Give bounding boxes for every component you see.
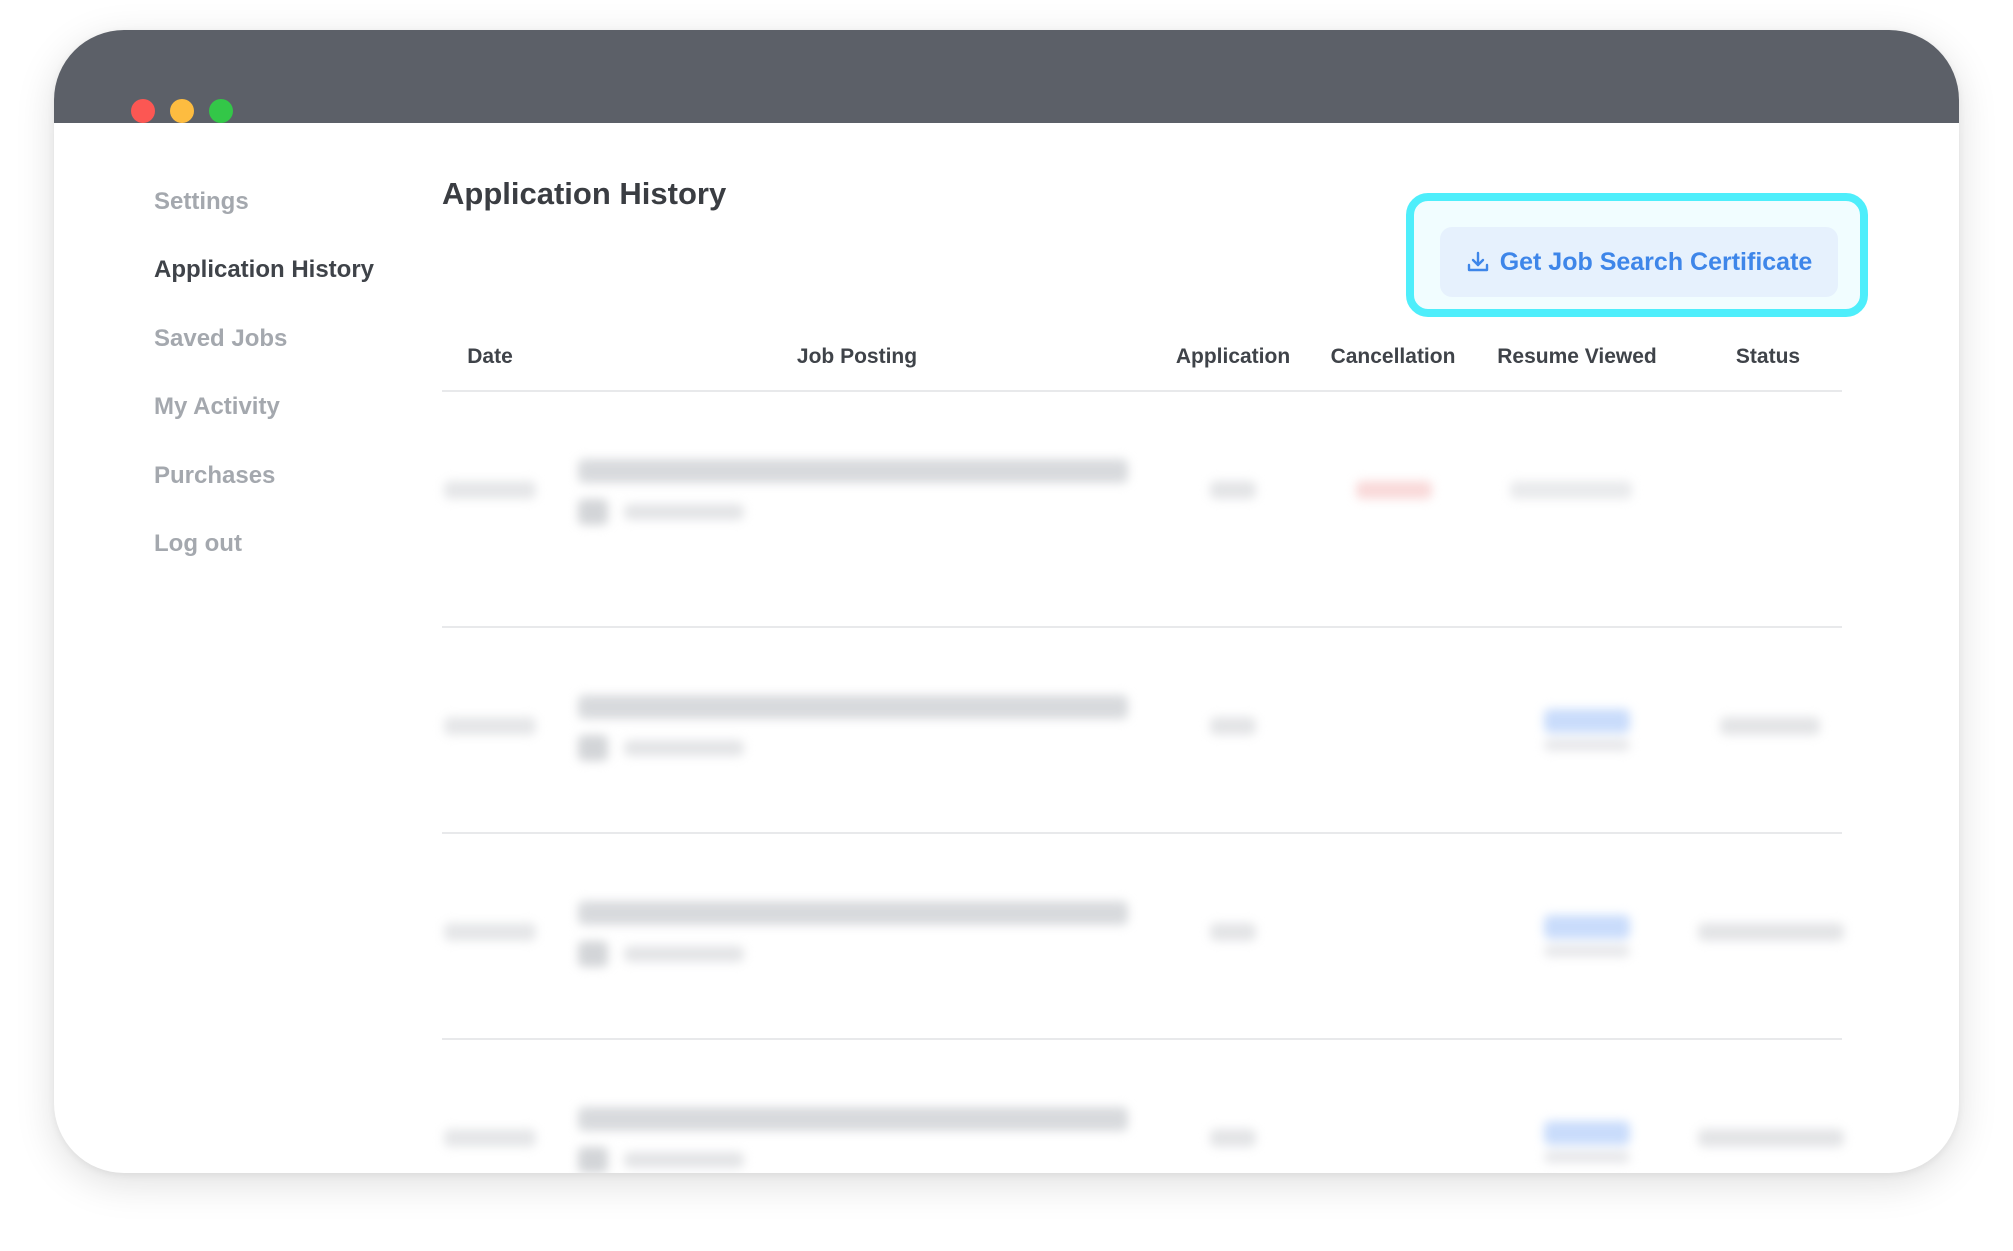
blurred-cancellation	[1356, 481, 1432, 499]
sidebar-item-my-activity[interactable]: My Activity	[154, 393, 280, 421]
certificate-button-label: Get Job Search Certificate	[1499, 247, 1813, 276]
window-titlebar	[54, 30, 1959, 123]
sidebar-item-purchases[interactable]: Purchases	[154, 462, 275, 490]
blurred-date	[444, 923, 536, 941]
blurred-resume-viewed-date	[1544, 1151, 1630, 1163]
blurred-application	[1210, 717, 1256, 735]
column-header-date[interactable]: Date	[467, 345, 513, 369]
blurred-resume-viewed-badge	[1544, 915, 1630, 939]
blurred-resume-viewed-date	[1544, 739, 1630, 751]
get-job-search-certificate-button[interactable]: Get Job Search Certificate	[1440, 227, 1838, 297]
blurred-company-logo	[578, 499, 608, 525]
blurred-job-title	[578, 695, 1128, 719]
sidebar-item-settings[interactable]: Settings	[154, 188, 249, 216]
column-header-job-posting[interactable]: Job Posting	[797, 345, 917, 369]
screenshot-stage: Settings Application History Saved Jobs …	[0, 0, 2013, 1251]
table-row[interactable]	[442, 629, 1842, 835]
column-header-application[interactable]: Application	[1176, 345, 1290, 369]
minimize-window-button[interactable]	[170, 99, 194, 123]
blurred-date	[444, 481, 536, 499]
blurred-application	[1210, 1129, 1256, 1147]
page-title: Application History	[442, 176, 727, 211]
blurred-application	[1210, 923, 1256, 941]
blurred-resume-viewed-badge	[1544, 709, 1630, 733]
blurred-job-title	[578, 1107, 1128, 1131]
column-header-cancellation[interactable]: Cancellation	[1331, 345, 1456, 369]
sidebar-item-saved-jobs[interactable]: Saved Jobs	[154, 325, 287, 353]
blurred-job-title	[578, 459, 1128, 483]
blurred-resume-viewed-date	[1544, 945, 1630, 957]
blurred-date	[444, 717, 536, 735]
blurred-company-name	[624, 1152, 744, 1168]
column-header-status[interactable]: Status	[1736, 345, 1800, 369]
blurred-company-logo	[578, 1147, 608, 1173]
table-divider	[442, 832, 1842, 834]
blurred-company-name	[624, 740, 744, 756]
blurred-status	[1698, 1129, 1844, 1147]
blurred-status	[1720, 717, 1820, 735]
table-divider	[442, 1038, 1842, 1040]
column-header-resume-viewed[interactable]: Resume Viewed	[1497, 345, 1657, 369]
blurred-company-name	[624, 946, 744, 962]
blurred-application	[1210, 481, 1256, 499]
maximize-window-button[interactable]	[209, 99, 233, 123]
sidebar-item-application-history[interactable]: Application History	[154, 256, 374, 284]
table-row[interactable]	[442, 1041, 1844, 1173]
blurred-company-logo	[578, 735, 608, 761]
table-row[interactable]	[442, 393, 1842, 599]
blurred-job-title	[578, 901, 1128, 925]
table-divider	[442, 626, 1842, 628]
app-window: Settings Application History Saved Jobs …	[54, 30, 1959, 1173]
table-divider	[442, 390, 1842, 392]
blurred-resume-viewed-badge	[1544, 1121, 1630, 1145]
download-icon	[1466, 250, 1490, 274]
table-row[interactable]	[442, 835, 1844, 1041]
blurred-company-name	[624, 504, 744, 520]
close-window-button[interactable]	[131, 99, 155, 123]
blurred-company-logo	[578, 941, 608, 967]
sidebar-item-log-out[interactable]: Log out	[154, 530, 242, 558]
blurred-status	[1698, 923, 1844, 941]
blurred-resume-viewed	[1510, 481, 1632, 499]
blurred-date	[444, 1129, 536, 1147]
